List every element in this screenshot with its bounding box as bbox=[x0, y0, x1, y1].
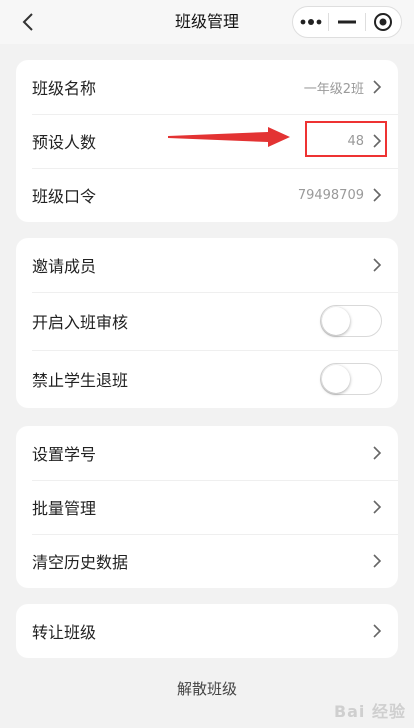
minimize-button[interactable] bbox=[329, 7, 364, 37]
clear-history-label: 清空历史数据 bbox=[32, 553, 129, 572]
forbid-quit-label: 禁止学生退班 bbox=[32, 371, 129, 390]
chevron-right-icon bbox=[373, 446, 382, 460]
batch-manage-label: 批量管理 bbox=[32, 499, 97, 518]
class-code-value: 79498709 bbox=[297, 187, 364, 203]
target-close-icon bbox=[374, 13, 393, 31]
join-review-toggle[interactable] bbox=[320, 305, 382, 337]
student-id-label: 设置学号 bbox=[32, 445, 97, 464]
class-name-value: 一年级2班 bbox=[303, 81, 364, 97]
toggle-knob bbox=[322, 307, 350, 335]
chevron-right-icon bbox=[373, 500, 382, 514]
row-forbid-quit: 禁止学生退班 bbox=[16, 350, 398, 408]
row-student-id[interactable]: 设置学号 bbox=[16, 426, 398, 480]
transfer-card: 转让班级 bbox=[16, 604, 398, 658]
row-class-name[interactable]: 班级名称 一年级2班 bbox=[16, 60, 398, 114]
chevron-right-icon bbox=[373, 554, 382, 568]
more-button[interactable] bbox=[293, 7, 328, 37]
minus-icon bbox=[337, 20, 356, 24]
chevron-right-icon bbox=[373, 80, 382, 94]
row-transfer-class[interactable]: 转让班级 bbox=[16, 604, 398, 658]
watermark: Bai 经验 bbox=[333, 702, 406, 721]
row-batch-manage[interactable]: 批量管理 bbox=[16, 480, 398, 534]
forbid-quit-toggle[interactable] bbox=[320, 363, 382, 395]
chevron-right-icon bbox=[373, 624, 382, 638]
toggle-knob bbox=[322, 365, 350, 393]
row-class-code[interactable]: 班级口令 79498709 bbox=[16, 168, 398, 222]
invite-members-label: 邀请成员 bbox=[32, 257, 97, 276]
members-card: 邀请成员 开启入班审核 禁止学生退班 bbox=[16, 238, 398, 408]
class-size-label: 预设人数 bbox=[32, 133, 97, 152]
chevron-right-icon bbox=[373, 188, 382, 202]
page: 班级管理 班级名称 一年级2班 预设人数 48 班级口令 79498709 邀请… bbox=[0, 0, 414, 728]
class-name-label: 班级名称 bbox=[32, 79, 97, 98]
row-invite-members[interactable]: 邀请成员 bbox=[16, 238, 398, 292]
more-dots-icon bbox=[300, 19, 322, 25]
annotation-highlight-box bbox=[305, 121, 387, 157]
row-join-review: 开启入班审核 bbox=[16, 292, 398, 350]
close-miniprogram-button[interactable] bbox=[366, 7, 401, 37]
chevron-right-icon bbox=[373, 258, 382, 272]
join-review-label: 开启入班审核 bbox=[32, 313, 129, 332]
data-management-card: 设置学号 批量管理 清空历史数据 bbox=[16, 426, 398, 588]
nav-bar: 班级管理 bbox=[0, 0, 414, 44]
class-code-label: 班级口令 bbox=[32, 187, 97, 206]
transfer-class-label: 转让班级 bbox=[32, 623, 97, 642]
mini-program-capsule bbox=[292, 6, 402, 38]
annotation-arrow-icon bbox=[168, 127, 290, 147]
row-clear-history[interactable]: 清空历史数据 bbox=[16, 534, 398, 588]
